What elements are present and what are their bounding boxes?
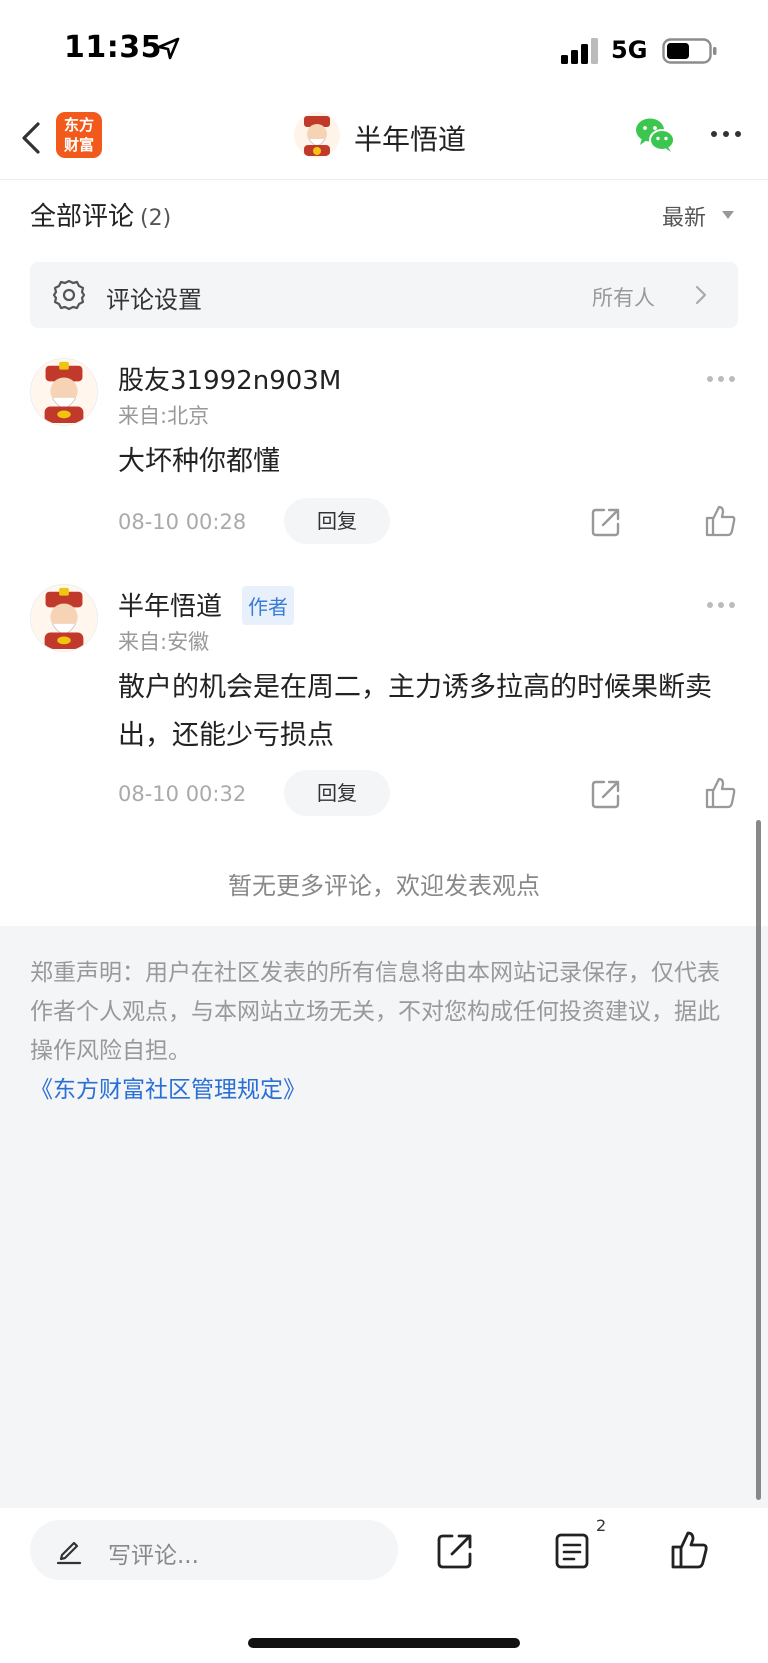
scrollbar[interactable]: [756, 820, 761, 1500]
bottom-bar: 写评论... 2: [0, 1508, 768, 1663]
status-bar: 11:35 5G: [0, 0, 768, 100]
disclaimer-text: 郑重声明：用户在社区发表的所有信息将由本网站记录保存，仅代表作者个人观点，与本网…: [30, 960, 720, 1064]
comment-settings-row[interactable]: 评论设置 所有人: [30, 262, 738, 328]
comment-location: 来自:安徽: [118, 630, 210, 654]
signal-icon: [561, 38, 598, 64]
comment-text: 散户的机会是在周二，主力诱多拉高的时候果断卖出，还能少亏损点: [118, 672, 712, 751]
app-logo[interactable]: 东方 财富: [56, 112, 102, 158]
nav-bar: 东方 财富 半年悟道: [0, 100, 768, 180]
settings-label: 评论设置: [106, 286, 202, 314]
disclaimer-panel: 郑重声明：用户在社区发表的所有信息将由本网站记录保存，仅代表作者个人观点，与本网…: [0, 926, 768, 1508]
sort-dropdown[interactable]: 最新: [662, 200, 706, 232]
back-chevron-icon[interactable]: [16, 118, 46, 158]
more-icon[interactable]: [708, 116, 744, 152]
comments-header: 全部评论 (2): [30, 196, 171, 233]
comments-count: (2): [140, 206, 172, 231]
comment-item: 股友31992n903M 来自:北京 大坏种你都懂 08-10 00:28 回复: [0, 354, 768, 554]
comment-time: 08-10 00:32: [118, 782, 247, 806]
share-icon[interactable]: [590, 506, 622, 538]
thumbs-up-icon[interactable]: [670, 1530, 710, 1570]
wechat-icon[interactable]: [634, 116, 676, 154]
more-icon[interactable]: [706, 374, 736, 384]
comment-location: 来自:北京: [118, 404, 210, 428]
chevron-right-icon: [695, 285, 707, 305]
list-icon[interactable]: [554, 1532, 590, 1570]
comment-input[interactable]: 写评论...: [30, 1520, 398, 1580]
comment-text: 大坏种你都懂: [118, 446, 280, 477]
disclaimer-block: 郑重声明：用户在社区发表的所有信息将由本网站记录保存，仅代表作者个人观点，与本网…: [30, 954, 742, 1110]
caret-down-icon: [722, 211, 734, 219]
battery-icon: [662, 38, 717, 64]
community-rules-link[interactable]: 《东方财富社区管理规定》: [30, 1071, 742, 1110]
location-arrow-icon: [157, 37, 180, 60]
network-type: 5G: [611, 36, 648, 64]
avatar[interactable]: [294, 112, 340, 158]
author-badge: 作者: [242, 586, 294, 625]
comment-author[interactable]: 股友31992n903M: [118, 360, 341, 397]
thumbs-up-icon[interactable]: [704, 776, 738, 810]
share-icon[interactable]: [436, 1532, 474, 1570]
reply-button[interactable]: 回复: [284, 498, 390, 544]
logo-text-1: 东方: [63, 116, 94, 134]
comments-title: 全部评论: [30, 202, 135, 232]
thumbs-up-icon[interactable]: [704, 504, 738, 538]
more-icon[interactable]: [706, 600, 736, 610]
logo-text-2: 财富: [63, 136, 94, 154]
home-indicator: [248, 1638, 520, 1648]
comment-count-badge: 2: [596, 1516, 607, 1535]
avatar[interactable]: [30, 358, 98, 426]
avatar[interactable]: [30, 584, 98, 652]
reply-button[interactable]: 回复: [284, 770, 390, 816]
comment-author[interactable]: 半年悟道: [118, 586, 222, 623]
pen-icon: [56, 1541, 82, 1565]
comment-placeholder: 写评论...: [108, 1543, 199, 1569]
comment-item: 半年悟道 作者 来自:安徽 散户的机会是在周二，主力诱多拉高的时候果断卖出，还能…: [0, 580, 768, 820]
settings-value: 所有人: [592, 286, 655, 310]
share-icon[interactable]: [590, 778, 622, 810]
no-more-comments: 暂无更多评论，欢迎发表观点: [228, 872, 540, 900]
gear-icon: [52, 279, 86, 311]
status-time: 11:35: [64, 30, 162, 65]
page-title: 半年悟道: [354, 123, 467, 156]
comment-time: 08-10 00:28: [118, 510, 247, 534]
